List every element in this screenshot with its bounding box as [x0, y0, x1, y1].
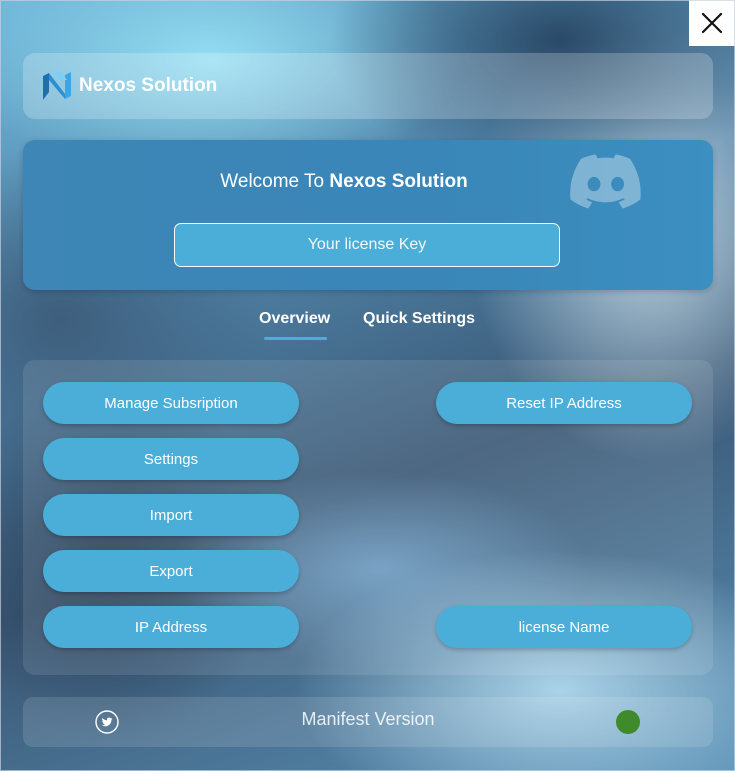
nexos-logo-icon [43, 72, 71, 100]
active-tab-indicator [264, 337, 327, 340]
close-button[interactable] [689, 0, 735, 46]
footer-bar: Manifest Version [23, 697, 713, 747]
reset-ip-address-button[interactable]: Reset IP Address [436, 382, 692, 424]
brand-name: Nexos Solution [79, 75, 218, 96]
manifest-version: Manifest Version [301, 709, 435, 729]
license-name-button[interactable]: license Name [436, 606, 692, 648]
close-icon [701, 12, 723, 34]
ip-address-button[interactable]: IP Address [43, 606, 299, 648]
welcome-prefix: Welcome To [220, 171, 330, 192]
header-bar: Nexos Solution [23, 53, 713, 119]
settings-button[interactable]: Settings [43, 438, 299, 480]
actions-panel: Manage Subsription Reset IP Address Sett… [23, 360, 713, 675]
welcome-card: Welcome To Nexos Solution [23, 140, 713, 290]
status-indicator [616, 710, 640, 734]
tab-quick-settings[interactable]: Quick Settings [363, 310, 475, 338]
license-key-input[interactable] [174, 223, 560, 267]
discord-icon[interactable] [570, 154, 642, 210]
tab-bar: Overview Quick Settings [0, 310, 735, 344]
manage-subscription-button[interactable]: Manage Subsription [43, 382, 299, 424]
welcome-brand: Nexos Solution [329, 171, 468, 192]
import-button[interactable]: Import [43, 494, 299, 536]
tab-overview[interactable]: Overview [259, 310, 330, 338]
export-button[interactable]: Export [43, 550, 299, 592]
